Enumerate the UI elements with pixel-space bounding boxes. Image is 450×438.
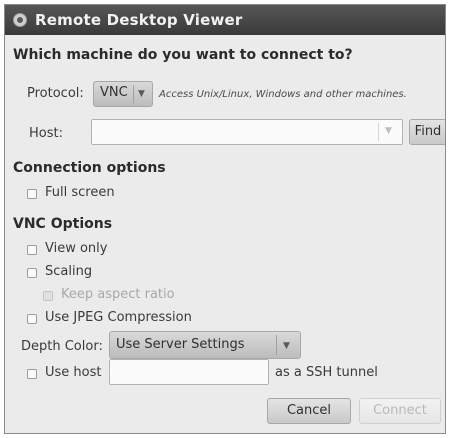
- vnc-options-heading: VNC Options: [13, 216, 113, 232]
- jpeg-compression-checkbox[interactable]: [27, 314, 37, 324]
- protocol-label: Protocol:: [27, 86, 84, 101]
- app-icon: [13, 13, 27, 27]
- scaling-checkbox[interactable]: [27, 268, 37, 278]
- view-only-label[interactable]: View only: [45, 241, 107, 256]
- depth-color-label: Depth Color:: [21, 339, 103, 354]
- keep-aspect-ratio-checkbox: [43, 291, 53, 301]
- full-screen-checkbox[interactable]: [27, 189, 37, 199]
- host-label: Host:: [29, 126, 63, 141]
- connect-button[interactable]: Connect: [359, 398, 441, 424]
- protocol-description: Access Unix/Linux, Windows and other mac…: [159, 89, 407, 100]
- ssh-host-input[interactable]: [109, 359, 269, 385]
- combo-separator: [276, 335, 277, 355]
- use-host-checkbox[interactable]: [27, 369, 37, 379]
- depth-color-select[interactable]: Use Server Settings ▼: [109, 331, 301, 359]
- ssh-tunnel-suffix: as a SSH tunnel: [275, 365, 378, 380]
- view-only-checkbox[interactable]: [27, 245, 37, 255]
- cancel-button[interactable]: Cancel: [267, 398, 351, 424]
- protocol-value: VNC: [100, 85, 128, 100]
- full-screen-label[interactable]: Full screen: [45, 185, 115, 200]
- host-history-dropdown-icon[interactable]: ▼: [385, 126, 392, 136]
- entry-separator: [378, 123, 379, 141]
- scaling-label[interactable]: Scaling: [45, 264, 92, 279]
- protocol-select[interactable]: VNC ▼: [93, 81, 153, 107]
- use-host-label[interactable]: Use host: [45, 365, 101, 380]
- connect-prompt: Which machine do you want to connect to?: [13, 47, 353, 63]
- remote-desktop-window: Remote Desktop Viewer Which machine do y…: [4, 4, 446, 434]
- jpeg-compression-label[interactable]: Use JPEG Compression: [45, 310, 192, 325]
- depth-color-value: Use Server Settings: [116, 337, 245, 352]
- connection-options-heading: Connection options: [13, 160, 166, 176]
- keep-aspect-ratio-label: Keep aspect ratio: [61, 287, 175, 302]
- window-title: Remote Desktop Viewer: [35, 11, 243, 29]
- host-input[interactable]: ▼: [91, 119, 403, 145]
- combo-separator: [133, 85, 134, 103]
- find-button[interactable]: Find: [409, 119, 445, 145]
- title-bar[interactable]: Remote Desktop Viewer: [5, 5, 445, 35]
- chevron-down-icon: ▼: [283, 341, 290, 351]
- chevron-down-icon: ▼: [138, 89, 145, 99]
